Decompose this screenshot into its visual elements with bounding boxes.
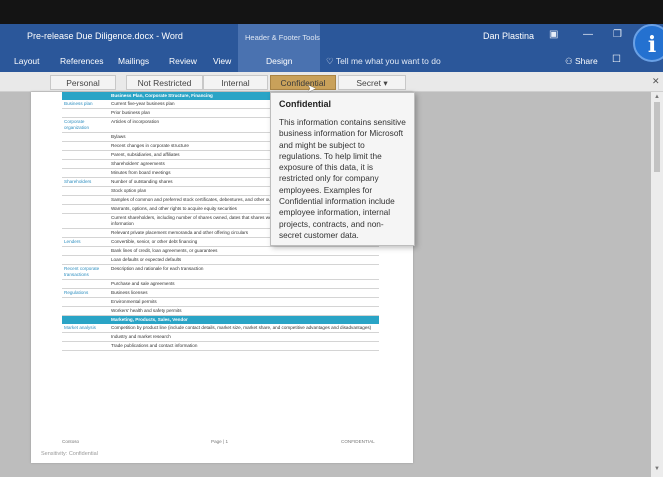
row-item: Purchase and sale agreements (109, 279, 379, 289)
sensitivity-secret-label: Secret (356, 78, 381, 88)
scroll-down-icon[interactable]: ▼ (654, 466, 660, 472)
row-category (62, 255, 109, 265)
tab-review[interactable]: Review (169, 56, 197, 66)
sensitivity-confidential[interactable]: Confidential (270, 75, 336, 90)
table-row: Trade publications and contact informati… (62, 341, 379, 351)
table-row: Loan defaults or expected defaults (62, 255, 379, 265)
row-category (62, 150, 109, 160)
minimize-button[interactable]: — (583, 29, 593, 40)
ribbon-display-options-icon[interactable]: ▣ (549, 29, 558, 40)
close-icon[interactable]: ✕ (652, 76, 660, 87)
sensitivity-personal[interactable]: Personal (50, 75, 116, 90)
row-category (62, 132, 109, 142)
row-category (62, 213, 109, 229)
row-item: Description and rationale for each trans… (109, 264, 379, 280)
sensitivity-internal[interactable]: Internal (203, 75, 268, 90)
row-item: Environmental permits (109, 297, 379, 307)
row-category (62, 159, 109, 169)
row-category: Market analysis (62, 324, 109, 333)
row-item: Trade publications and contact informati… (109, 341, 379, 351)
footer-classification: CONFIDENTIAL (341, 439, 375, 444)
tab-mailings[interactable]: Mailings (118, 56, 149, 66)
vertical-scrollbar[interactable]: ▲ ▼ (651, 92, 663, 477)
row-item: Loan defaults or expected defaults (109, 255, 379, 265)
info-icon[interactable]: i (633, 24, 663, 62)
row-category (62, 108, 109, 118)
lightbulb-icon: ♡ (326, 56, 336, 66)
sensitivity-not-restricted[interactable]: Not Restricted (126, 75, 203, 90)
row-category (62, 195, 109, 205)
table-row: Industry and market research (62, 332, 379, 342)
section-title: Marketing, Products, Sales, Vendor (62, 315, 379, 324)
tooltip-body: This information contains sensitive busi… (279, 117, 406, 240)
sensitivity-secret[interactable]: Secret ▾ (338, 75, 406, 90)
row-category: Business plan (62, 100, 109, 109)
table-row: Purchase and sale agreements (62, 279, 379, 289)
document-title: Pre-release Due Diligence.docx - Word (27, 31, 183, 41)
scrollbar-thumb[interactable] (654, 102, 660, 172)
table-row: Bank lines of credit, loan agreements, o… (62, 246, 379, 256)
sensitivity-tooltip: Confidential This information contains s… (270, 92, 415, 246)
mouse-cursor-icon: ➤ (307, 83, 317, 95)
table-row: Environmental permits (62, 297, 379, 307)
row-category: Regulations (62, 288, 109, 298)
row-category (62, 332, 109, 342)
top-strip (0, 0, 663, 24)
comments-icon[interactable]: ☐ (612, 54, 621, 65)
row-item: Workers' health and safety permits (109, 306, 379, 316)
restore-window-icon[interactable]: ❐ (613, 29, 622, 40)
tab-design[interactable]: Design (238, 50, 320, 72)
row-category (62, 341, 109, 351)
row-category (62, 279, 109, 289)
row-category (62, 306, 109, 316)
table-row: Workers' health and safety permits (62, 306, 379, 316)
scroll-up-icon[interactable]: ▲ (654, 94, 660, 100)
footer-company: Contoso (62, 439, 80, 444)
person-icon: ⚇ (565, 56, 575, 66)
row-category: Lenders (62, 237, 109, 247)
chevron-down-icon: ▾ (383, 78, 388, 88)
row-category (62, 204, 109, 214)
table-row: Market analysis Competition by product li… (62, 324, 379, 333)
row-category: Recent corporate transactions (62, 264, 109, 280)
share-label: Share (574, 56, 598, 66)
row-category (62, 186, 109, 196)
row-category (62, 246, 109, 256)
row-item: Business licenses (109, 288, 379, 298)
sensitivity-footer-label: Sensitivity: Confidential (41, 451, 98, 457)
row-category (62, 297, 109, 307)
tab-layout[interactable]: Layout (14, 56, 40, 66)
table-row: Recent corporate transactions Description… (62, 264, 379, 280)
table-section-header: Marketing, Products, Sales, Vendor (62, 315, 379, 324)
row-item: Industry and market research (109, 332, 379, 342)
row-item: Bank lines of credit, loan agreements, o… (109, 246, 379, 256)
tell-me-search[interactable]: ♡ Tell me what you want to do (326, 56, 441, 67)
header-footer-tools-group: Header & Footer Tools (238, 24, 320, 50)
row-category: Shareholders (62, 177, 109, 187)
row-item: Competition by product line (include con… (109, 324, 379, 333)
sensitivity-bar: Personal Not Restricted Internal Confide… (0, 72, 663, 92)
ribbon-tabs: Layout References Mailings Review View D… (0, 50, 663, 72)
row-category (62, 141, 109, 151)
row-category: Corporate organization (62, 117, 109, 133)
user-name[interactable]: Dan Plastina (483, 31, 534, 41)
footer-page-number: Page | 1 (211, 439, 229, 444)
table-row: Regulations Business licenses (62, 288, 379, 298)
tell-me-label: Tell me what you want to do (335, 56, 441, 66)
tab-design-label: Design (266, 56, 293, 66)
tab-view[interactable]: View (213, 56, 231, 66)
tab-references[interactable]: References (60, 56, 103, 66)
row-category (62, 228, 109, 238)
share-button[interactable]: ⚇ Share (565, 56, 598, 67)
title-bar: Pre-release Due Diligence.docx - Word He… (0, 24, 663, 50)
row-category (62, 168, 109, 178)
tooltip-title: Confidential (279, 99, 331, 109)
